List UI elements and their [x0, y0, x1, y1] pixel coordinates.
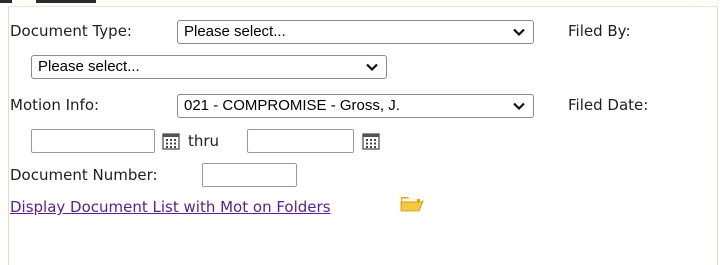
thru-label: thru	[188, 132, 220, 150]
motion-info-value: 021 - COMPROMISE - Gross, J.	[184, 97, 400, 114]
filed-by-label: Filed By:	[568, 22, 631, 40]
chevron-down-icon	[513, 28, 525, 37]
filed-date-label: Filed Date:	[568, 96, 649, 114]
motion-info-label: Motion Info:	[10, 96, 100, 114]
display-document-list-link[interactable]: Display Document List with Mot on Folder…	[10, 198, 331, 216]
document-type-select[interactable]: Please select...	[177, 20, 534, 44]
calendar-icon[interactable]	[362, 132, 380, 150]
motion-info-select[interactable]: 021 - COMPROMISE - Gross, J.	[177, 94, 534, 118]
document-type-label: Document Type:	[10, 22, 132, 40]
filed-by-value: Please select...	[38, 58, 140, 75]
top-rule-segment	[36, 0, 96, 3]
filed-date-to-input[interactable]	[247, 129, 354, 153]
document-number-input[interactable]	[202, 163, 297, 187]
folder-open-icon[interactable]	[400, 194, 424, 212]
calendar-icon[interactable]	[162, 132, 180, 150]
top-rule-segment	[0, 0, 12, 3]
chevron-down-icon	[513, 102, 525, 111]
filed-date-from-input[interactable]	[31, 129, 155, 153]
document-number-label: Document Number:	[10, 166, 158, 184]
chevron-down-icon	[366, 63, 378, 72]
filed-by-select[interactable]: Please select...	[31, 55, 387, 79]
top-rule	[0, 0, 716, 3]
document-type-value: Please select...	[184, 23, 286, 40]
